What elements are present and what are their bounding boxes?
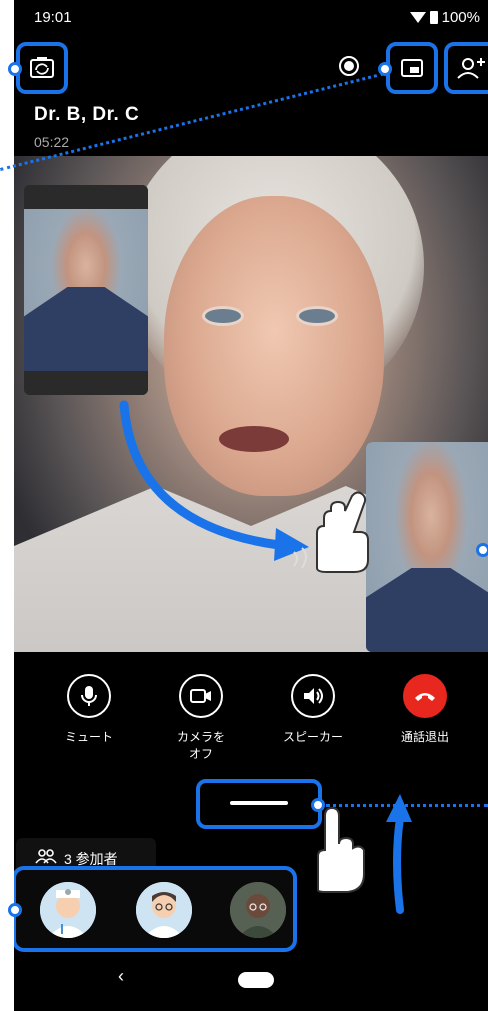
camera-off-button[interactable]: カメラを オフ: [146, 674, 256, 762]
phone-screen: 19:01 100% Dr. B, Dr. C 05:22 ミュート カメラを …: [14, 0, 488, 1011]
call-duration: 05:22: [34, 134, 70, 150]
mute-button[interactable]: ミュート: [34, 674, 144, 745]
callout-dot-avatars: [8, 903, 22, 917]
pip-bottom-bar: [24, 371, 148, 395]
video-eye-left: [202, 306, 244, 326]
battery-level: 100%: [441, 9, 480, 26]
switch-camera-icon: [30, 57, 54, 78]
system-nav-bar: ‹: [14, 962, 488, 1011]
back-icon[interactable]: ‹: [118, 966, 124, 987]
pip-video-left[interactable]: [24, 185, 148, 395]
hand-pointer-icon: [293, 491, 369, 573]
avatar-doctor-c[interactable]: [230, 882, 286, 938]
avatar-doctor-a[interactable]: [40, 882, 96, 938]
record-icon[interactable]: [339, 56, 359, 76]
leave-call-label: 通話退出: [400, 730, 449, 744]
callout-dot-video: [476, 543, 488, 557]
camera-icon: [179, 674, 223, 718]
callout-dot-handle: [311, 798, 325, 812]
battery-icon: [429, 11, 438, 24]
speaker-icon: [291, 674, 335, 718]
switch-camera-button[interactable]: [16, 42, 68, 94]
status-time: 19:01: [34, 9, 72, 26]
wifi-icon: [409, 12, 426, 23]
video-eye-right: [296, 306, 338, 326]
camera-off-label: カメラを オフ: [176, 730, 225, 761]
pip-top-bar: [24, 185, 148, 209]
mute-label: ミュート: [64, 730, 113, 744]
leave-call-button[interactable]: 通話退出: [370, 674, 480, 745]
speaker-label: スピーカー: [282, 730, 343, 744]
participant-avatars: [14, 866, 297, 952]
call-title: Dr. B, Dr. C: [34, 104, 140, 125]
microphone-icon: [67, 674, 111, 718]
callout-dot-switch-camera: [8, 62, 22, 76]
add-person-icon: [457, 58, 485, 79]
hang-up-icon: [403, 674, 447, 718]
drag-handle-bar: [230, 801, 288, 805]
avatar-doctor-b[interactable]: [136, 882, 192, 938]
pip-icon: [401, 59, 423, 77]
hand-tap-icon: [317, 806, 365, 893]
call-controls: ミュート カメラを オフ スピーカー 通話退出: [14, 652, 488, 782]
speaker-button[interactable]: スピーカー: [258, 674, 368, 745]
add-participant-button[interactable]: [444, 42, 488, 94]
callout-dot-pip: [378, 62, 392, 76]
status-bar: 19:01 100%: [14, 0, 488, 36]
people-icon: [35, 849, 57, 864]
swipe-up-arrow-icon: [386, 794, 412, 914]
picture-in-picture-button[interactable]: [386, 42, 438, 94]
home-pill[interactable]: [238, 972, 274, 988]
callout-line-handle: [326, 804, 488, 807]
